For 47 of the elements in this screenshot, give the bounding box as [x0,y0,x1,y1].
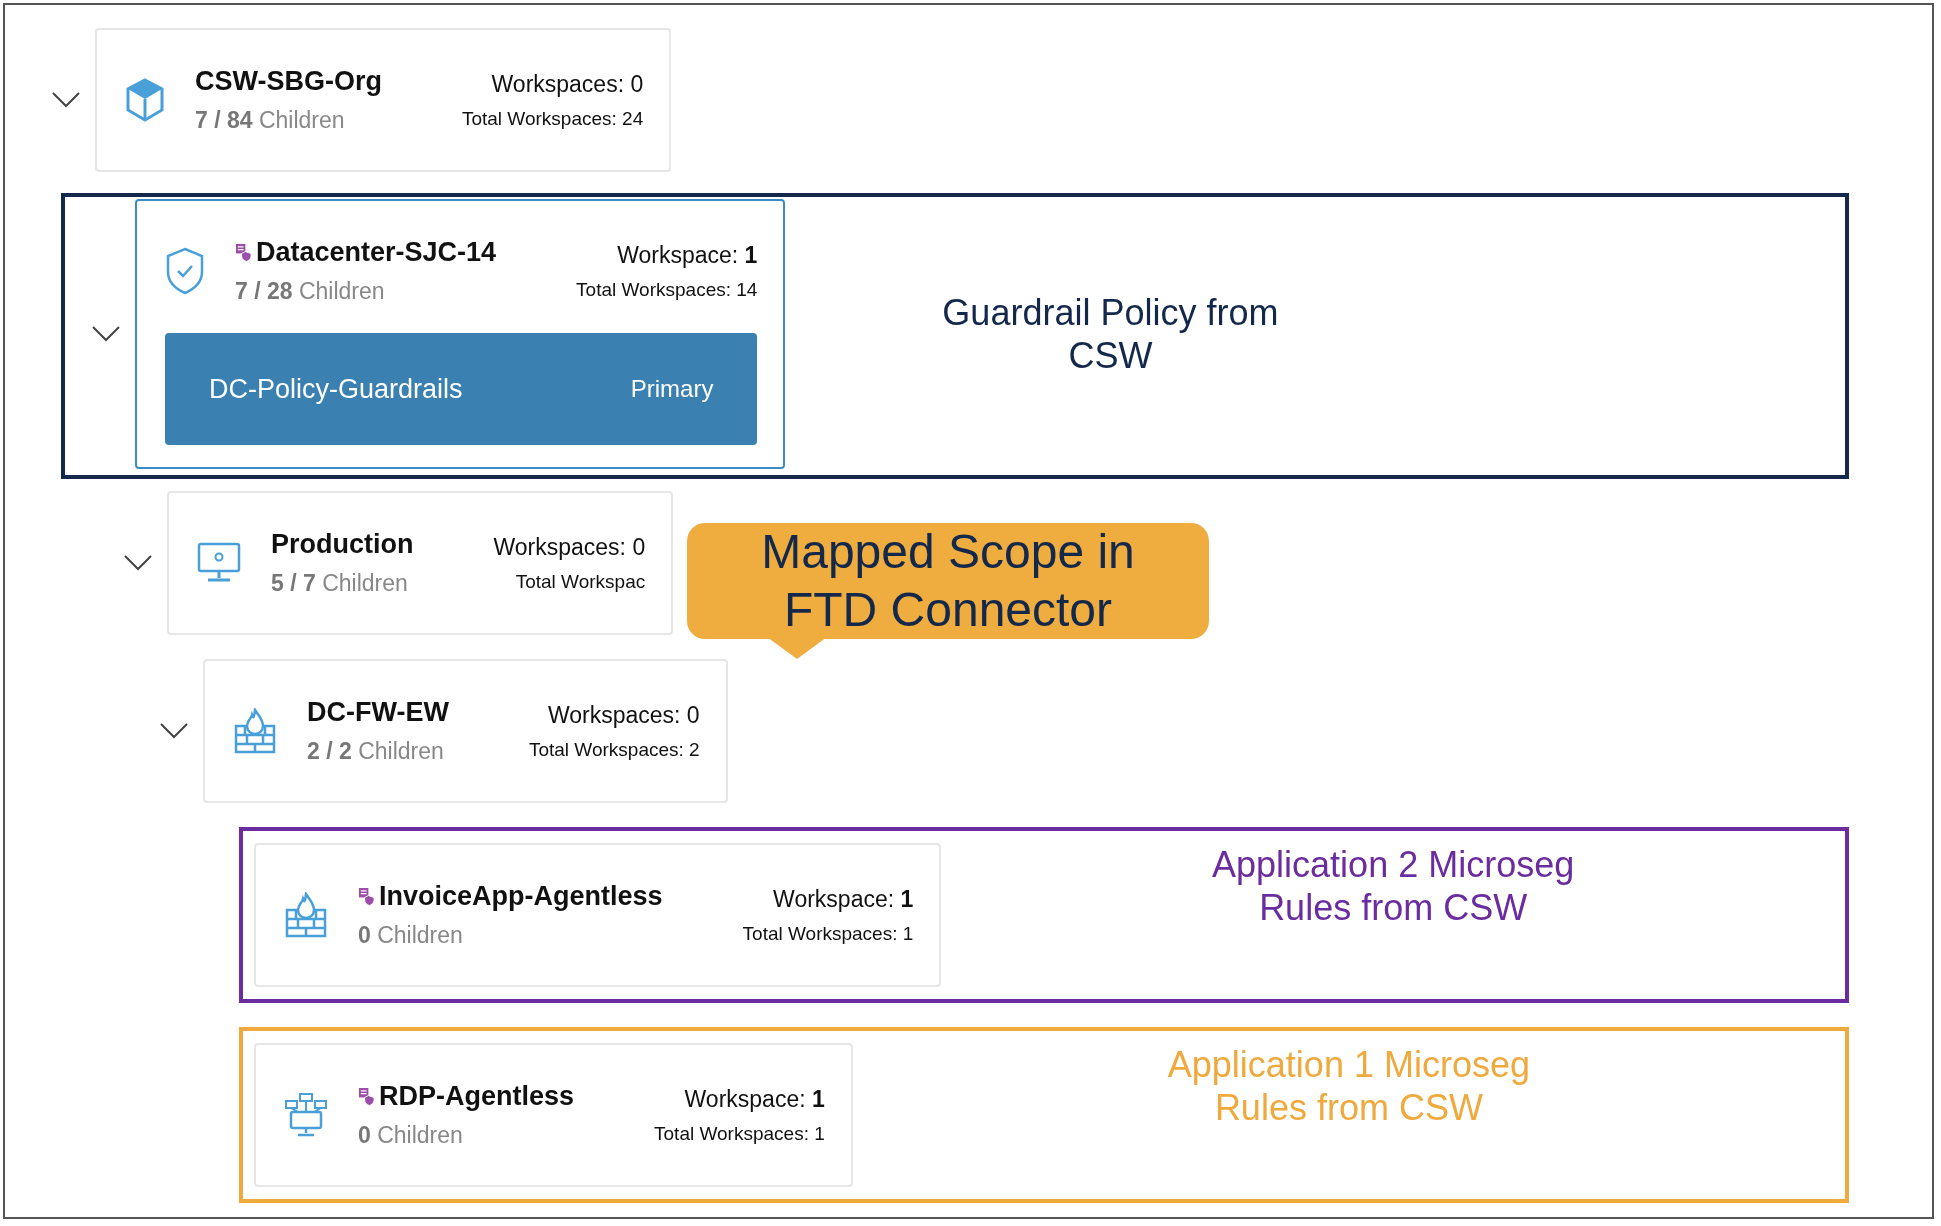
chevron-down-icon[interactable] [51,91,81,109]
total-workspaces: Total Workspaces: 2 [528,738,700,761]
firewall-icon [233,708,277,754]
total-workspaces: Total Workspac [515,570,646,593]
annotation-label: Application 1 Microseg Rules from CSW [1166,1043,1531,1130]
annotation-label: Application 2 Microseg Rules from CSW [1211,843,1576,930]
annotation-label: Guardrail Policy from CSW [941,290,1280,378]
node-card[interactable]: InvoiceApp-Agentless 0 Children Workspace: 1 Total Workspaces: 1 [254,843,942,987]
workspace-count: Workspaces: 0 [491,70,644,98]
workspace-count: Workspaces: 0 [493,533,646,561]
node-title: InvoiceApp-Agentless [379,881,663,912]
node-title: CSW-SBG-Org [195,66,382,97]
chevron-down-icon[interactable] [123,554,153,572]
children-count: 0 Children [358,1122,464,1149]
workspace-count: Workspaces: 0 [547,701,700,729]
policy-bar[interactable]: DC-Policy-Guardrails Primary [165,333,758,445]
node-card[interactable]: Production 5 / 7 Children Workspaces: 0 Total Workspac [167,491,674,635]
policy-role: Primary [630,375,714,403]
workspace-count: Workspace: 1 [684,1085,825,1113]
children-count: 7 / 84 Children [195,107,346,134]
monitor-icon [197,541,241,585]
children-count: 5 / 7 Children [271,570,409,597]
children-count: 7 / 28 Children [235,278,386,305]
total-workspaces: Total Workspaces: 1 [742,922,914,945]
children-count: 0 Children [358,922,464,949]
node-title: RDP-Agentless [379,1081,575,1112]
total-workspaces: Total Workspaces: 1 [654,1122,825,1145]
node-title: Production [271,529,414,560]
shield-check-icon [165,247,205,295]
node-card[interactable]: Datacenter-SJC-14 7 / 28 Children Workspace: 1 Total Workspaces: 14 DC-Policy-Guardrails Primary [135,199,786,469]
node-card[interactable]: RDP-Agentless 0 Children Workspace: 1 Total Workspaces: 1 [254,1043,853,1187]
chevron-down-icon[interactable] [159,722,189,740]
callout: Mapped Scope in FTD Connector [687,523,1209,659]
node-title: Datacenter-SJC-14 [256,237,497,268]
total-workspaces: Total Workspaces: 14 [576,278,758,301]
network-monitor-icon [284,1092,328,1138]
workspace-count: Workspace: 1 [617,241,758,269]
policy-name: DC-Policy-Guardrails [209,373,463,405]
cube-icon [125,78,165,122]
children-count: 2 / 2 Children [307,738,445,765]
workspace-count: Workspace: 1 [773,885,914,913]
total-workspaces: Total Workspaces: 24 [461,107,644,130]
node-card[interactable]: DC-FW-EW 2 / 2 Children Workspaces: 0 Total Workspaces: 2 [203,659,728,803]
chevron-down-icon[interactable] [91,325,121,343]
node-title: DC-FW-EW [307,697,449,728]
node-card[interactable]: CSW-SBG-Org 7 / 84 Children Workspaces: 0 Total Workspaces: 24 [95,28,672,172]
firewall-icon [284,892,328,938]
